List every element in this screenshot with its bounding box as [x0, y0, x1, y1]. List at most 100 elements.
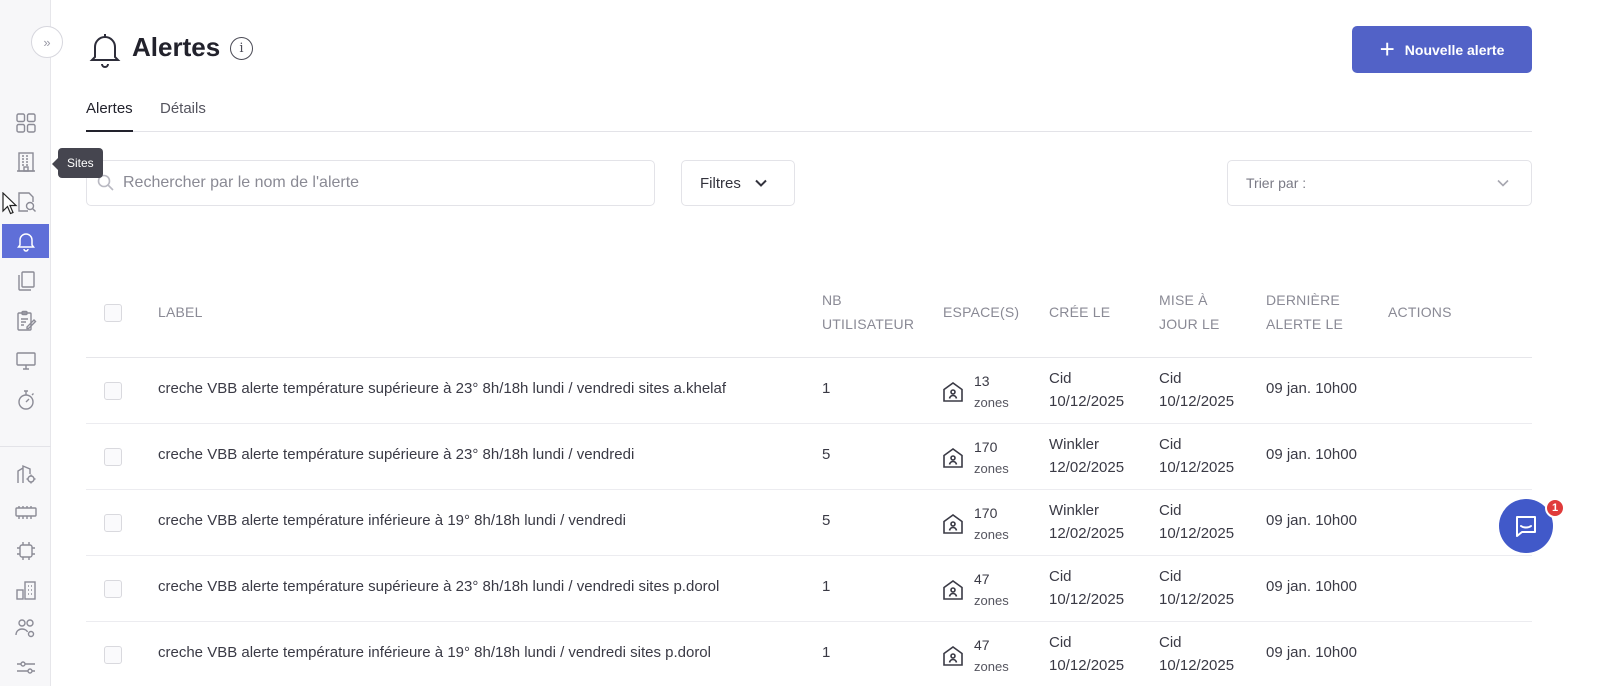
space-home-icon — [943, 514, 963, 534]
created-by: Winkler — [1049, 436, 1100, 453]
sidebar-item-alerts[interactable] — [2, 224, 49, 258]
sidebar-item-users[interactable] — [2, 611, 49, 645]
row-checkbox[interactable] — [104, 646, 122, 664]
column-cree: CRÉE LE — [1049, 304, 1111, 320]
sidebar-item-buildings[interactable] — [2, 573, 49, 607]
table-row[interactable]: creche VBB alerte température inférieure… — [86, 490, 1532, 556]
row-created: Cid 10/12/2025 — [1049, 631, 1124, 677]
column-derniere-alerte: DERNIÈRE ALERTE LE — [1266, 288, 1343, 336]
updated-by: Cid — [1159, 502, 1182, 519]
row-checkbox[interactable] — [104, 580, 122, 598]
table-row[interactable]: creche VBB alerte température supérieure… — [86, 556, 1532, 622]
edit-report-icon — [16, 310, 36, 331]
double-chevron-right-icon: » — [43, 34, 51, 50]
updated-by: Cid — [1159, 370, 1182, 387]
column-mise-a-jour-line2: JOUR LE — [1159, 316, 1220, 332]
documents-icon — [17, 271, 35, 291]
table-row[interactable]: creche VBB alerte température supérieure… — [86, 358, 1532, 424]
updated-date: 10/12/2025 — [1159, 525, 1235, 542]
monitor-icon — [15, 352, 36, 370]
row-espaces: 170 zones — [942, 436, 1009, 480]
row-checkbox[interactable] — [104, 514, 122, 532]
column-derniere-alerte-line1: DERNIÈRE — [1266, 292, 1340, 308]
sidebar-item-settings[interactable] — [2, 652, 49, 686]
sort-select[interactable]: Trier par : — [1227, 160, 1532, 206]
row-espaces: 47 zones — [942, 634, 1009, 678]
row-label: creche VBB alerte température supérieure… — [158, 578, 720, 595]
sidebar-item-monitor[interactable] — [2, 344, 49, 378]
row-label: creche VBB alerte température inférieure… — [158, 512, 626, 529]
row-checkbox[interactable] — [104, 382, 122, 400]
row-espaces: 47 zones — [942, 568, 1009, 612]
chevron-down-icon — [1497, 179, 1509, 187]
sidebar-item-building-settings[interactable] — [2, 457, 49, 491]
new-alert-button[interactable]: + Nouvelle alerte — [1352, 26, 1532, 73]
row-nb-users: 5 — [822, 512, 831, 529]
info-icon[interactable]: i — [230, 37, 253, 60]
bell-icon — [89, 34, 121, 68]
created-by: Cid — [1049, 634, 1072, 651]
updated-by: Cid — [1159, 436, 1182, 453]
space-home-icon — [943, 448, 963, 468]
row-created: Cid 10/12/2025 — [1049, 565, 1124, 611]
row-label: creche VBB alerte température inférieure… — [158, 644, 711, 661]
search-input[interactable] — [123, 171, 633, 195]
updated-date: 10/12/2025 — [1159, 459, 1235, 476]
table-header: LABEL NB UTILISATEUR ESPACE(S) CRÉE LE M… — [86, 290, 1532, 358]
updated-date: 10/12/2025 — [1159, 657, 1235, 674]
users-settings-icon — [14, 619, 34, 638]
table-row[interactable]: creche VBB alerte température inférieure… — [86, 622, 1532, 686]
sidebar-item-meters[interactable] — [2, 495, 49, 529]
zones-unit: zones — [974, 659, 1009, 674]
filters-label: Filtres — [700, 174, 741, 192]
plus-icon: + — [1379, 33, 1395, 64]
row-created: Winkler 12/02/2025 — [1049, 433, 1124, 479]
created-by: Winkler — [1049, 502, 1100, 519]
sidebar — [0, 0, 51, 686]
sidebar-item-devices[interactable] — [2, 534, 49, 568]
space-home-icon — [943, 382, 963, 402]
row-updated: Cid 10/12/2025 — [1159, 433, 1234, 479]
column-nb-users-line1: NB — [822, 292, 842, 308]
tab-details[interactable]: Détails — [160, 100, 206, 132]
select-all-checkbox[interactable] — [104, 304, 122, 322]
sort-placeholder: Trier par : — [1246, 175, 1307, 191]
row-checkbox[interactable] — [104, 448, 122, 466]
buildings-icon — [15, 581, 36, 600]
zones-unit: zones — [974, 527, 1009, 542]
search-field[interactable] — [86, 160, 655, 206]
sidebar-item-sites[interactable] — [2, 145, 49, 179]
column-nb-users-line2: UTILISATEUR — [822, 316, 915, 332]
column-espaces: ESPACE(S) — [943, 304, 1020, 320]
iot-device-icon — [16, 542, 35, 560]
chat-icon — [1516, 516, 1536, 537]
column-mise-a-jour-line1: MISE À — [1159, 292, 1208, 308]
created-date: 12/02/2025 — [1049, 525, 1125, 542]
created-date: 10/12/2025 — [1049, 393, 1125, 410]
dashboard-grid-icon — [15, 113, 36, 133]
zones-unit: zones — [974, 461, 1009, 476]
table-row[interactable]: creche VBB alerte température supérieure… — [86, 424, 1532, 490]
sliders-icon — [16, 661, 35, 674]
column-label: LABEL — [158, 304, 203, 320]
space-home-icon — [943, 646, 963, 666]
sidebar-item-timer[interactable] — [2, 383, 49, 417]
zones-count: 13 — [974, 373, 990, 389]
sidebar-separator — [0, 446, 51, 447]
row-created: Winkler 12/02/2025 — [1049, 499, 1124, 545]
zones-unit: zones — [974, 395, 1009, 410]
sidebar-item-reports[interactable] — [2, 304, 49, 338]
tab-alertes[interactable]: Alertes — [86, 100, 133, 132]
space-home-icon — [943, 580, 963, 600]
sidebar-expand-button[interactable]: » — [31, 26, 63, 58]
row-espaces: 13 zones — [942, 370, 1009, 414]
sidebar-tooltip: Sites — [52, 148, 103, 178]
sidebar-item-dashboard[interactable] — [2, 106, 49, 140]
zones-count: 170 — [974, 439, 998, 455]
filters-button[interactable]: Filtres — [681, 160, 795, 206]
building-icon — [16, 152, 35, 172]
updated-date: 10/12/2025 — [1159, 393, 1235, 410]
sidebar-item-documents[interactable] — [2, 264, 49, 298]
mouse-cursor-icon — [2, 192, 18, 215]
building-settings-icon — [16, 464, 35, 484]
